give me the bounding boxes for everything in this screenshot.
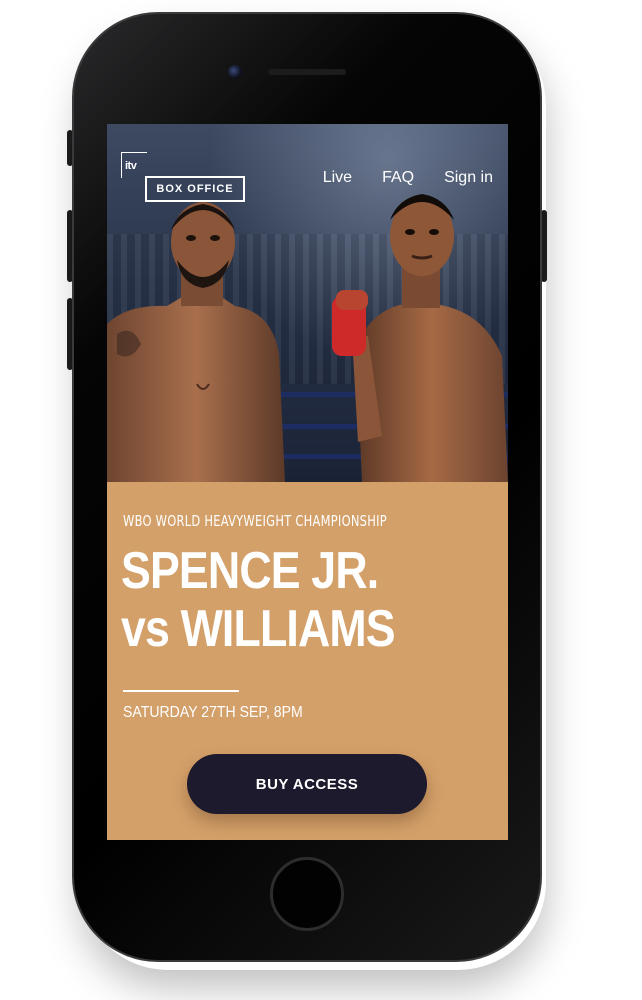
buy-access-button[interactable]: BUY ACCESS — [187, 754, 427, 814]
event-panel: WBO WORLD HEAVYWEIGHT CHAMPIONSHIP SPENC… — [107, 482, 508, 840]
earpiece-speaker — [268, 69, 346, 75]
itv-box-office-logo[interactable]: itv BOX OFFICE — [121, 152, 245, 202]
nav-faq-link[interactable]: FAQ — [382, 169, 414, 187]
event-title: SPENCE JR. vs WILLIAMS — [121, 542, 396, 658]
event-date: SATURDAY 27TH SEP, 8PM — [123, 704, 303, 721]
right-boxer-image — [332, 194, 508, 482]
event-title-line-2: vs WILLIAMS — [121, 600, 396, 658]
left-boxer-image — [107, 202, 285, 482]
nav-sign-in-link[interactable]: Sign in — [444, 169, 493, 187]
nav-live-link[interactable]: Live — [323, 169, 352, 187]
app-screen: itv BOX OFFICE Live FAQ Sign in WBO WORL… — [107, 124, 508, 840]
box-office-logo-text: BOX OFFICE — [145, 176, 245, 202]
front-camera — [228, 65, 242, 79]
hero-image: itv BOX OFFICE Live FAQ Sign in — [107, 124, 508, 482]
home-button[interactable] — [270, 857, 344, 931]
event-title-line-1: SPENCE JR. — [121, 542, 379, 600]
itv-logo-text: itv — [121, 152, 147, 178]
title-divider — [123, 690, 239, 692]
event-subtitle: WBO WORLD HEAVYWEIGHT CHAMPIONSHIP — [123, 512, 387, 530]
main-nav: Live FAQ Sign in — [323, 169, 493, 187]
